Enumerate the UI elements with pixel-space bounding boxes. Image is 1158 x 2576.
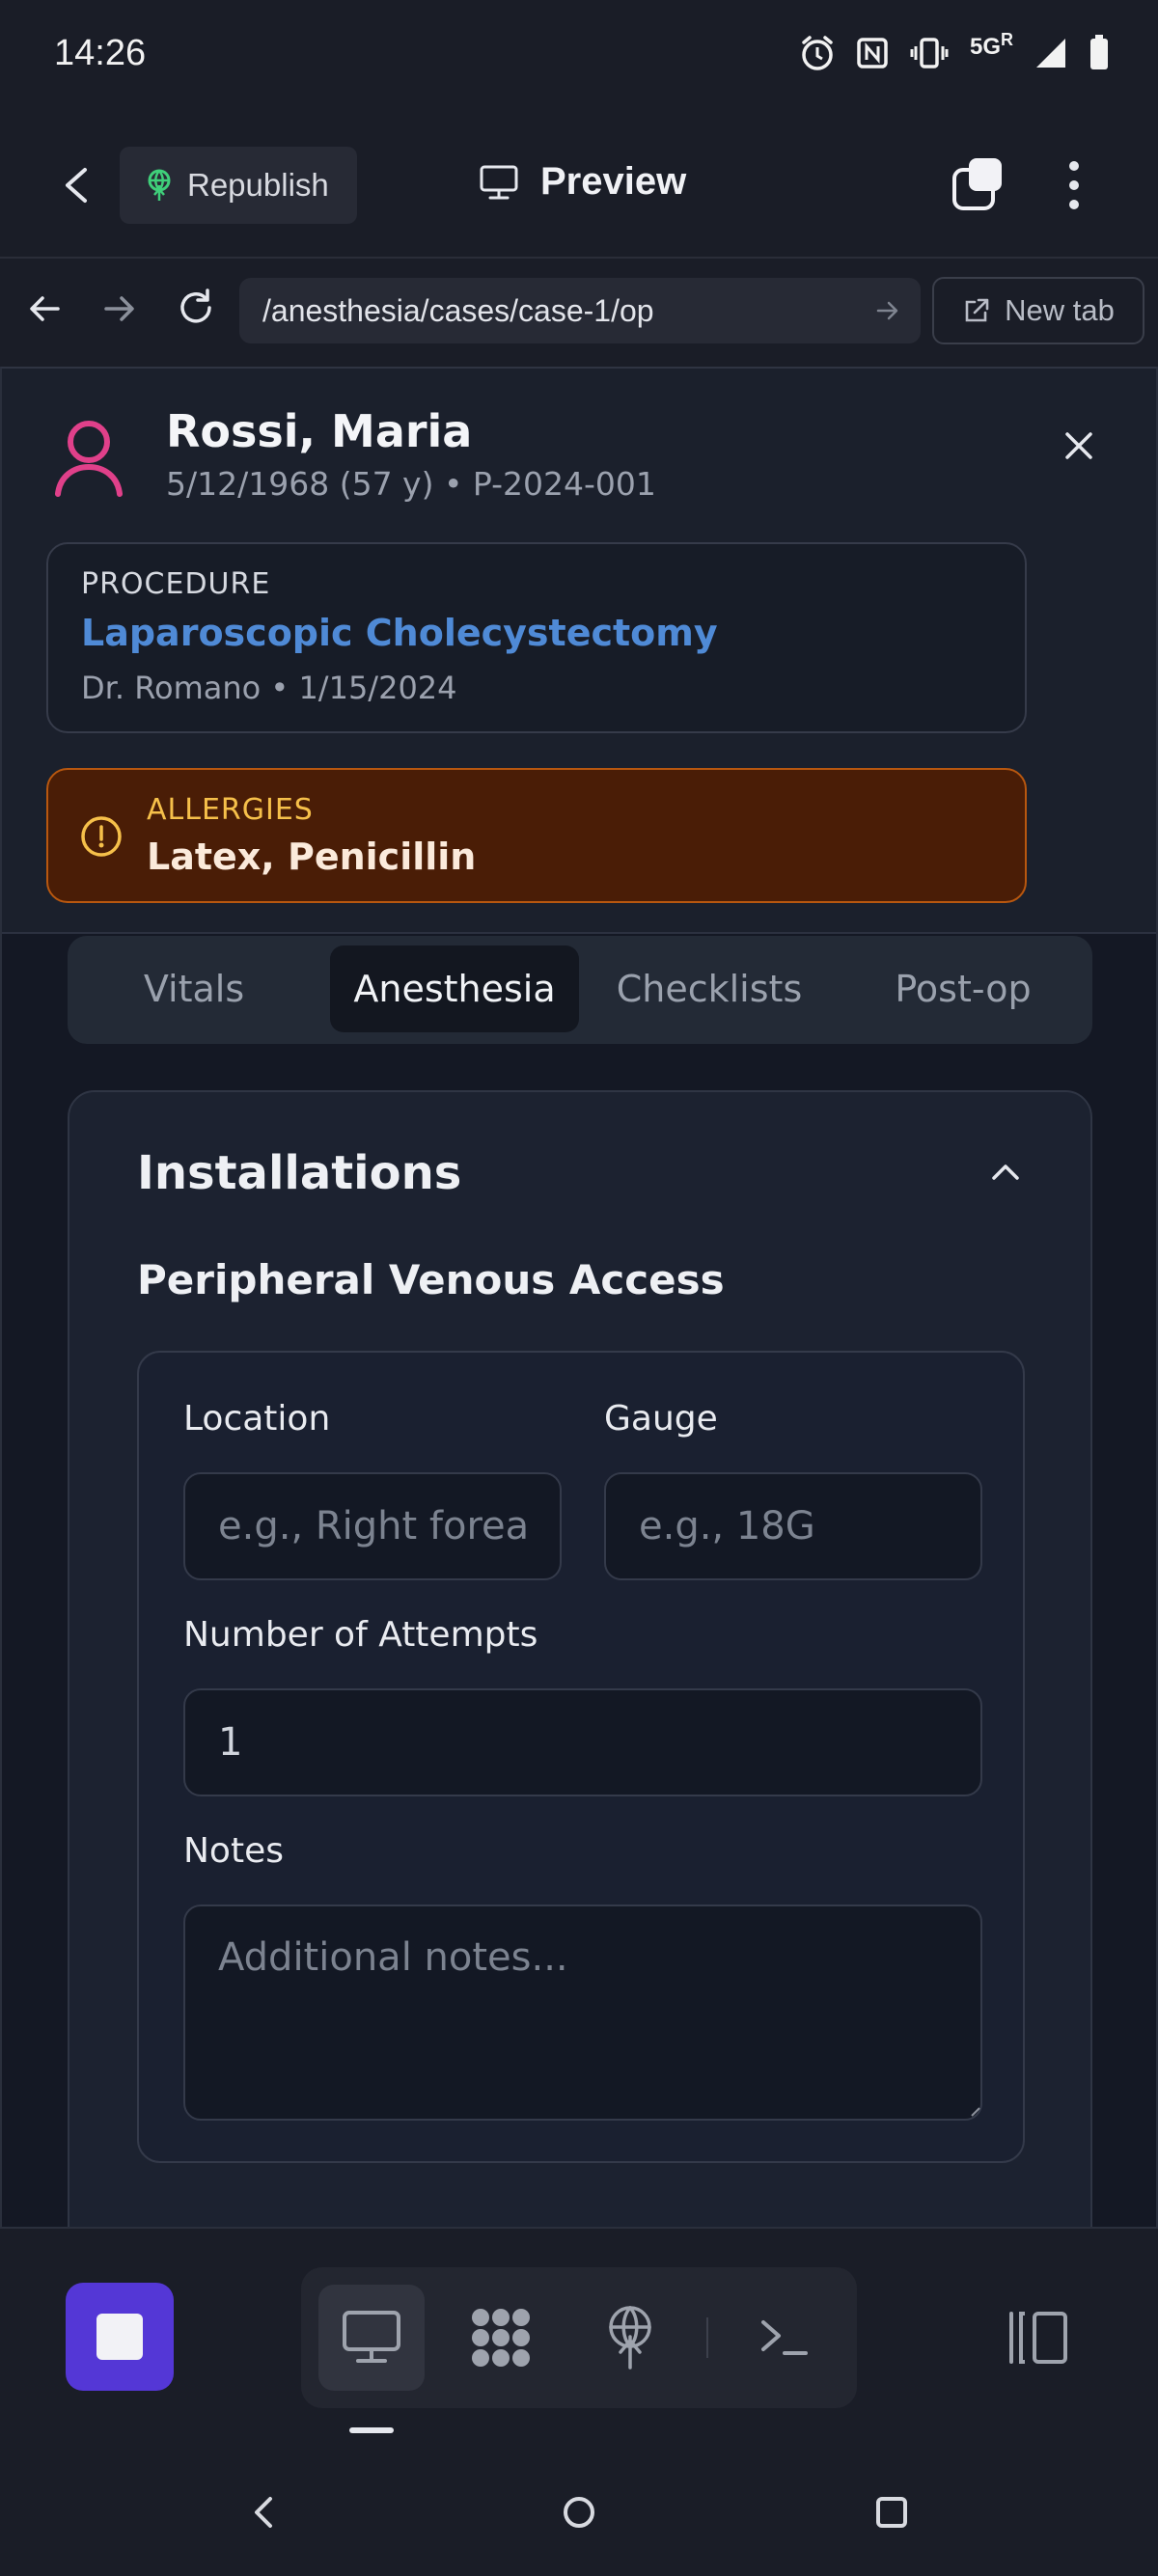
arrow-right-icon bbox=[104, 296, 134, 321]
terminal-view-button[interactable] bbox=[731, 2285, 838, 2391]
deploy-icon bbox=[609, 2306, 651, 2370]
signal-icon bbox=[1034, 37, 1067, 69]
reload-icon bbox=[180, 288, 211, 323]
gauge-label: Gauge bbox=[604, 1399, 718, 1439]
reload-button[interactable] bbox=[174, 286, 218, 330]
panel-toggle-button[interactable] bbox=[1004, 2308, 1071, 2368]
tabs-icon bbox=[952, 158, 1002, 210]
tab-vitals[interactable]: Vitals bbox=[89, 945, 299, 1032]
battery-icon bbox=[1089, 35, 1110, 71]
collapse-button[interactable] bbox=[988, 1160, 1023, 1183]
url-go-icon[interactable] bbox=[874, 297, 901, 324]
procedure-label: PROCEDURE bbox=[81, 567, 271, 601]
more-menu-button[interactable] bbox=[1060, 156, 1089, 214]
browser-forward-button[interactable] bbox=[100, 289, 139, 328]
agent-icon bbox=[472, 2309, 530, 2367]
url-text: /anesthesia/cases/case-1/op bbox=[262, 292, 654, 328]
patient-name: Rossi, Maria bbox=[166, 405, 473, 457]
tab-anesthesia[interactable]: Anesthesia bbox=[330, 945, 579, 1032]
close-icon bbox=[1065, 432, 1092, 459]
view-switcher bbox=[301, 2267, 857, 2408]
new-tab-label: New tab bbox=[1005, 293, 1115, 327]
notes-label: Notes bbox=[183, 1831, 284, 1871]
nav-home-icon bbox=[564, 2497, 594, 2528]
location-label: Location bbox=[183, 1399, 331, 1439]
tab-bar: Vitals Anesthesia Checklists Post-op bbox=[68, 936, 1092, 1044]
subsection-title: Peripheral Venous Access bbox=[137, 1256, 725, 1303]
allergies-value: Latex, Penicillin bbox=[147, 836, 477, 878]
nfc-icon bbox=[856, 37, 889, 69]
open-new-tab-button[interactable]: New tab bbox=[932, 277, 1144, 344]
close-button[interactable] bbox=[1063, 430, 1094, 461]
procedure-name: Laparoscopic Cholecystectomy bbox=[81, 612, 718, 654]
kebab-icon bbox=[1069, 161, 1079, 209]
location-input[interactable] bbox=[183, 1472, 562, 1580]
system-recents-button[interactable] bbox=[872, 2483, 911, 2541]
attempts-input[interactable] bbox=[183, 1688, 982, 1796]
nav-recents-icon bbox=[876, 2497, 907, 2528]
system-home-button[interactable] bbox=[558, 2483, 600, 2541]
status-time: 14:26 bbox=[54, 33, 147, 73]
republish-icon bbox=[145, 168, 174, 203]
system-back-button[interactable] bbox=[245, 2483, 280, 2541]
nav-back-icon bbox=[255, 2497, 272, 2528]
dock-divider bbox=[706, 2317, 708, 2358]
active-view-indicator bbox=[349, 2427, 394, 2433]
arrow-left-icon bbox=[30, 296, 60, 321]
alarm-icon bbox=[800, 35, 835, 71]
patient-header: Rossi, Maria 5/12/1968 (57 y) • P-2024-0… bbox=[2, 369, 1156, 934]
status-icons: 5GR bbox=[800, 30, 1110, 71]
deploy-view-button[interactable] bbox=[577, 2285, 683, 2391]
section-title: Installations bbox=[137, 1146, 462, 1200]
republish-label: Republish bbox=[187, 167, 329, 203]
preview-viewport: Rossi, Maria 5/12/1968 (57 y) • P-2024-0… bbox=[0, 367, 1158, 2229]
preview-button[interactable]: Preview bbox=[479, 160, 686, 204]
stop-button[interactable] bbox=[66, 2283, 174, 2391]
toolbar-divider bbox=[0, 257, 1158, 259]
attempts-label: Number of Attempts bbox=[183, 1615, 538, 1655]
republish-button[interactable]: Republish bbox=[120, 147, 357, 224]
patient-meta: 5/12/1968 (57 y) • P-2024-001 bbox=[166, 465, 656, 503]
preview-view-button[interactable] bbox=[318, 2285, 425, 2391]
resize-handle-icon[interactable] bbox=[971, 2107, 980, 2117]
browser-back-button[interactable] bbox=[25, 289, 64, 328]
url-field[interactable]: /anesthesia/cases/case-1/op bbox=[239, 278, 921, 343]
sidebar-toggle-icon bbox=[1009, 2312, 1067, 2364]
monitor-icon bbox=[343, 2311, 400, 2363]
tab-switcher-button[interactable] bbox=[951, 156, 1006, 210]
agent-view-button[interactable] bbox=[448, 2285, 554, 2391]
tab-checklists[interactable]: Checklists bbox=[589, 945, 830, 1032]
stop-icon bbox=[96, 2314, 143, 2360]
procedure-meta: Dr. Romano • 1/15/2024 bbox=[81, 670, 457, 706]
external-link-icon bbox=[962, 296, 991, 325]
monitor-icon bbox=[479, 164, 519, 201]
back-button[interactable] bbox=[56, 156, 98, 214]
procedure-card: PROCEDURE Laparoscopic Cholecystectomy D… bbox=[46, 542, 1027, 733]
notes-textarea[interactable] bbox=[183, 1905, 982, 2121]
vibrate-icon bbox=[910, 37, 949, 69]
tab-post-op[interactable]: Post-op bbox=[847, 945, 1079, 1032]
chevron-up-icon bbox=[992, 1165, 1019, 1180]
alert-circle-icon bbox=[79, 814, 124, 859]
terminal-icon bbox=[761, 2320, 808, 2355]
allergy-alert: ALLERGIES Latex, Penicillin bbox=[46, 768, 1027, 903]
chevron-left-icon bbox=[66, 168, 87, 203]
installations-section: Installations Peripheral Venous Access L… bbox=[68, 1090, 1092, 2227]
preview-label: Preview bbox=[540, 160, 687, 203]
user-icon bbox=[52, 417, 125, 498]
gauge-input[interactable] bbox=[604, 1472, 982, 1580]
venous-access-form: Location Gauge Number of Attempts Notes bbox=[137, 1351, 1025, 2163]
network-type: 5GR bbox=[969, 30, 1013, 60]
allergies-label: ALLERGIES bbox=[147, 793, 314, 827]
